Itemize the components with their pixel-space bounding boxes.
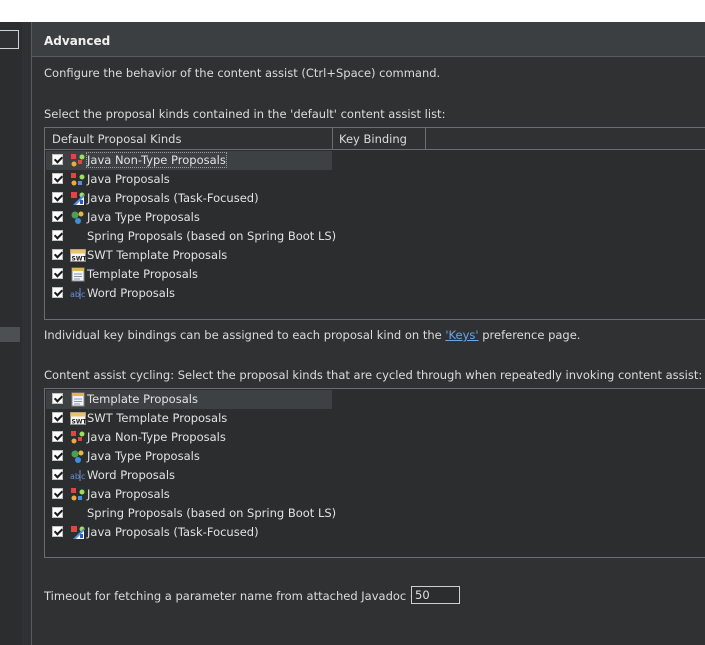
item-label: Spring Proposals (based on Spring Boot L… bbox=[87, 229, 337, 243]
java-type-icon bbox=[70, 210, 86, 225]
item-label: Java Proposals (Task-Focused) bbox=[87, 191, 259, 205]
timeout-input[interactable] bbox=[411, 586, 460, 604]
item-label: Java Proposals bbox=[87, 487, 170, 501]
item-label: Java Type Proposals bbox=[87, 449, 200, 463]
item-label: Java Proposals bbox=[87, 172, 170, 186]
list-item[interactable]: Template Proposals bbox=[46, 390, 705, 409]
table-header: Default Proposal Kinds Key Binding bbox=[45, 128, 705, 150]
timeout-label: Timeout for fetching a parameter name fr… bbox=[44, 589, 440, 603]
cycling-proposal-table[interactable]: Template Proposals SWT SWT Template Propos… bbox=[44, 388, 705, 558]
checkbox[interactable] bbox=[52, 469, 63, 480]
checkbox[interactable] bbox=[52, 393, 63, 404]
checkbox[interactable] bbox=[52, 173, 63, 184]
checkbox[interactable] bbox=[52, 249, 63, 260]
swt-icon: SWT bbox=[70, 248, 87, 263]
swt-icon: SWT bbox=[70, 411, 87, 426]
svg-text:ab: ab bbox=[70, 472, 80, 481]
checkbox[interactable] bbox=[52, 412, 63, 423]
svg-text:c: c bbox=[81, 290, 85, 299]
item-label: Template Proposals bbox=[87, 267, 198, 281]
item-label: SWT Template Proposals bbox=[87, 411, 228, 425]
top-strip bbox=[0, 0, 705, 22]
list-item[interactable]: ab c Word Proposals bbox=[46, 284, 705, 303]
template-icon bbox=[70, 267, 86, 282]
keys-link[interactable]: 'Keys' bbox=[445, 328, 478, 342]
selected-tree-item[interactable] bbox=[0, 327, 20, 342]
svg-text:ab: ab bbox=[70, 290, 80, 299]
checkbox[interactable] bbox=[52, 154, 63, 165]
filter-input[interactable] bbox=[0, 30, 19, 49]
item-label: Java Type Proposals bbox=[87, 210, 200, 224]
list-item[interactable]: Java Proposals bbox=[46, 485, 705, 504]
java-proposals-icon bbox=[70, 487, 86, 502]
item-label: Java Non-Type Proposals bbox=[86, 152, 227, 168]
word-icon: ab c bbox=[70, 286, 86, 301]
list-item[interactable]: Java Proposals (Task-Focused) bbox=[46, 523, 705, 542]
list-item[interactable]: Java Type Proposals bbox=[46, 447, 705, 466]
item-label: Spring Proposals (based on Spring Boot L… bbox=[87, 506, 337, 520]
template-icon bbox=[70, 392, 86, 407]
list-item[interactable]: Template Proposals bbox=[46, 265, 705, 284]
word-icon: ab c bbox=[70, 468, 86, 483]
checkbox[interactable] bbox=[52, 192, 63, 203]
column-header-kinds[interactable]: Default Proposal Kinds bbox=[45, 128, 333, 150]
checkbox[interactable] bbox=[52, 211, 63, 222]
item-label: Template Proposals bbox=[87, 392, 198, 406]
list-item[interactable]: Spring Proposals (based on Spring Boot L… bbox=[46, 504, 705, 523]
task-focused-icon bbox=[70, 525, 86, 540]
section-title: Advanced bbox=[44, 34, 111, 48]
item-label: SWT Template Proposals bbox=[87, 248, 228, 262]
item-label: Word Proposals bbox=[87, 468, 176, 482]
list-item[interactable]: Spring Proposals (based on Spring Boot L… bbox=[46, 227, 705, 246]
item-label: Java Proposals (Task-Focused) bbox=[87, 525, 259, 539]
default-proposal-table[interactable]: Default Proposal Kinds Key Binding Java … bbox=[44, 127, 705, 320]
checkbox[interactable] bbox=[52, 488, 63, 499]
svg-text:SWT: SWT bbox=[72, 256, 87, 263]
section-header: Advanced bbox=[32, 22, 705, 57]
list-item[interactable]: Java Proposals (Task-Focused) bbox=[46, 189, 705, 208]
checkbox[interactable] bbox=[52, 507, 63, 518]
column-header-keybinding[interactable]: Key Binding bbox=[333, 128, 426, 150]
list-item[interactable]: Java Non-Type Proposals bbox=[46, 151, 705, 170]
list-item[interactable]: Java Type Proposals bbox=[46, 208, 705, 227]
description-text: Configure the behavior of the content as… bbox=[44, 66, 441, 80]
java-nontype-icon bbox=[70, 153, 86, 168]
list-item[interactable]: Java Non-Type Proposals bbox=[46, 428, 705, 447]
svg-text:SWT: SWT bbox=[72, 419, 87, 426]
list-item[interactable]: Java Proposals bbox=[46, 170, 705, 189]
keybinding-text-after: preference page. bbox=[478, 328, 581, 342]
java-type-icon bbox=[70, 449, 86, 464]
checkbox[interactable] bbox=[52, 450, 63, 461]
java-proposals-icon bbox=[70, 172, 86, 187]
java-nontype-icon bbox=[70, 430, 86, 445]
checkbox[interactable] bbox=[52, 431, 63, 442]
checkbox[interactable] bbox=[52, 230, 63, 241]
item-label: Word Proposals bbox=[87, 286, 176, 300]
task-focused-icon bbox=[70, 191, 86, 206]
item-label: Java Non-Type Proposals bbox=[87, 430, 226, 444]
keybinding-note: Individual key bindings can be assigned … bbox=[44, 328, 580, 342]
checkbox[interactable] bbox=[52, 268, 63, 279]
svg-text:c: c bbox=[81, 472, 85, 481]
list-item[interactable]: ab c Word Proposals bbox=[46, 466, 705, 485]
checkbox[interactable] bbox=[52, 526, 63, 537]
list-item[interactable]: SWT SWT Template Proposals bbox=[46, 409, 705, 428]
checkbox[interactable] bbox=[52, 287, 63, 298]
list-item[interactable]: SWT SWT Template Proposals bbox=[46, 246, 705, 265]
keybinding-text-before: Individual key bindings can be assigned … bbox=[44, 328, 446, 342]
cycling-label: Content assist cycling: Select the propo… bbox=[44, 368, 703, 382]
default-list-label: Select the proposal kinds contained in t… bbox=[44, 107, 446, 121]
